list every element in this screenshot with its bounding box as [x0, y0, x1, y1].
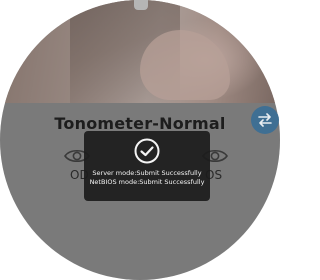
- screen: Tonometer-Normal OD OS Server mode:Submi…: [0, 0, 280, 280]
- switch-arrows-icon: [258, 113, 272, 127]
- toast-message: Server mode:Submit Successfully NetBIOS …: [84, 131, 210, 201]
- toast-line-netbios: NetBIOS mode:Submit Successfully: [89, 178, 205, 186]
- top-edge-tab: [134, 0, 148, 10]
- toast-line-server: Server mode:Submit Successfully: [92, 169, 202, 177]
- switch-button[interactable]: [251, 106, 279, 134]
- check-circle-icon: [134, 138, 160, 164]
